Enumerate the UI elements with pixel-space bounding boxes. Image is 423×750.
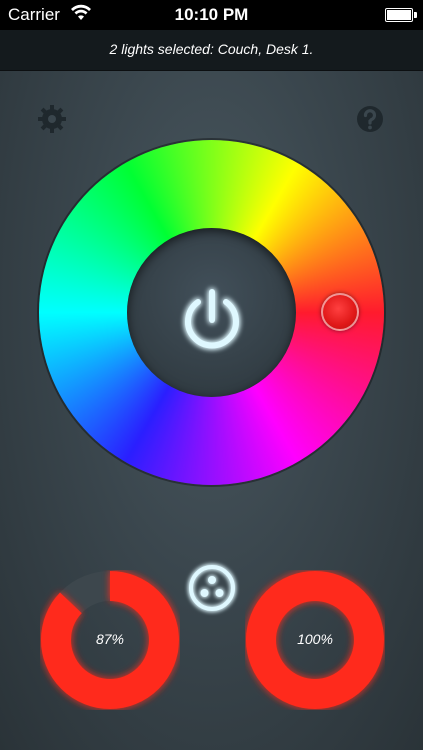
color-wheel[interactable]	[39, 140, 384, 485]
status-bar: Carrier 10:10 PM	[0, 0, 423, 30]
clock: 10:10 PM	[174, 5, 249, 24]
saturation-dial[interactable]: 100%	[245, 570, 385, 710]
gear-icon[interactable]	[36, 103, 68, 135]
help-icon[interactable]	[354, 103, 386, 135]
color-selector-handle[interactable]	[321, 293, 359, 331]
group-lights-icon[interactable]	[184, 560, 240, 616]
selected-lights-banner[interactable]: 2 lights selected: Couch, Desk 1.	[0, 30, 423, 71]
saturation-value: 100%	[297, 631, 333, 647]
power-icon[interactable]	[172, 280, 252, 360]
brightness-dial[interactable]: 87%	[40, 570, 180, 710]
battery-icon	[385, 8, 417, 22]
brightness-value: 87%	[95, 631, 125, 647]
